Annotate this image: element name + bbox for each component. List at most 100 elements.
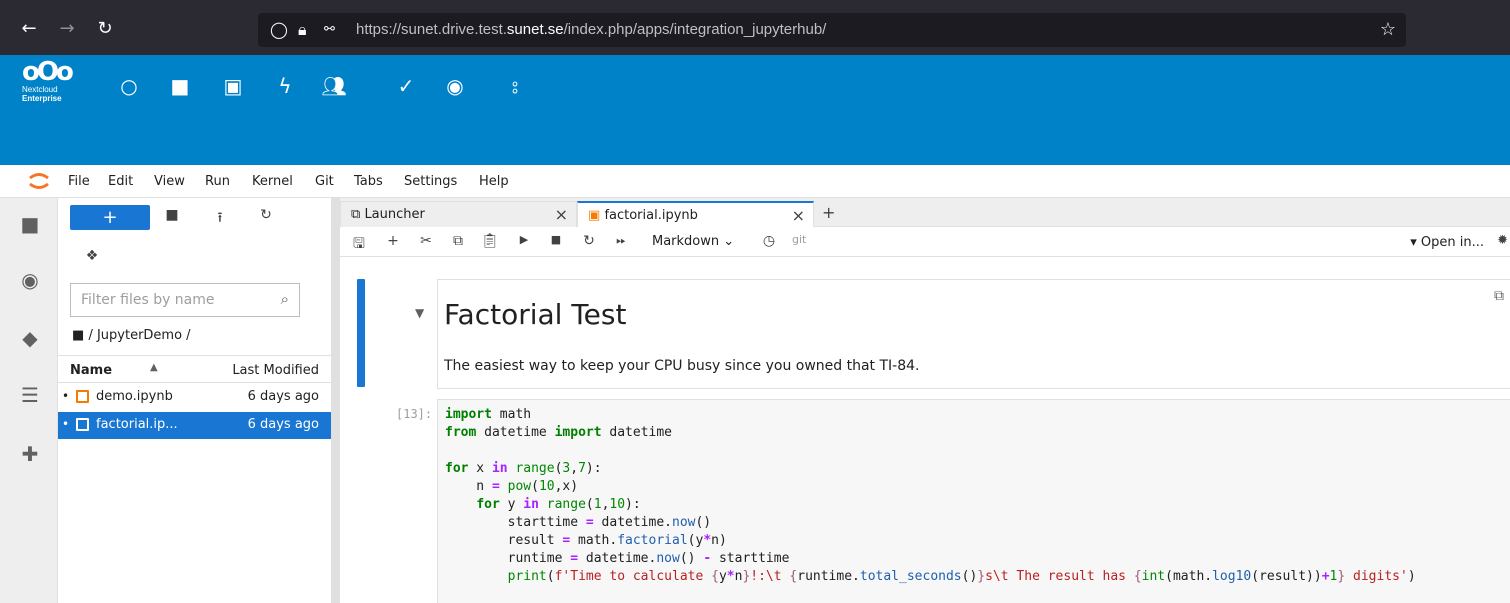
restart-run-all-icon[interactable]: ⏩︎: [612, 233, 630, 248]
upload-icon[interactable]: ⭱: [210, 207, 230, 231]
address-bar[interactable]: ◯ 🔒︎ ⚯ https://sunet.drive.test.sunet.se…: [258, 13, 1406, 47]
duplicate-icon[interactable]: ⧉: [1494, 288, 1504, 304]
debugger-icon[interactable]: ✹: [1497, 233, 1508, 248]
git-label[interactable]: git: [792, 233, 806, 246]
git-clone-icon[interactable]: ❖: [82, 248, 102, 264]
copy-icon[interactable]: ⧉: [449, 233, 467, 249]
notebook-paragraph: The easiest way to keep your CPU busy si…: [444, 358, 920, 374]
save-icon[interactable]: 🖫︎: [350, 233, 368, 257]
menu-bar: File Edit View Run Kernel Git Tabs Setti…: [0, 165, 1510, 198]
dashboard-icon[interactable]: ○: [116, 73, 142, 99]
running-dot-icon: •: [62, 417, 70, 431]
notebook-toolbar: 🖫︎ + ✂ ⧉ 📋︎ ▶ ■ ↻ ⏩︎ Markdown ⌄ ◷ git ▾ …: [340, 227, 1510, 257]
launcher-icon: ⧉: [351, 207, 361, 222]
app-circle-icon[interactable]: ◉: [442, 73, 468, 99]
files-icon[interactable]: ■: [167, 73, 193, 99]
markdown-cell[interactable]: Factorial Test The easiest way to keep y…: [437, 279, 1510, 389]
running-icon[interactable]: ◉: [18, 268, 42, 292]
nextcloud-logo-icon: oOo: [22, 57, 74, 87]
left-sidebar: ■ ◉ ◆ ☰ ✚: [0, 198, 58, 603]
run-icon[interactable]: ▶: [515, 233, 533, 246]
menu-view[interactable]: View: [154, 174, 185, 189]
execution-prompt: [13]:: [396, 407, 433, 421]
cut-icon[interactable]: ✂: [417, 233, 435, 249]
stop-icon[interactable]: ■: [547, 233, 565, 246]
jupyter-logo-icon: [29, 173, 49, 189]
notebook-heading: Factorial Test: [444, 298, 627, 331]
menu-settings[interactable]: Settings: [404, 174, 457, 189]
panel-splitter[interactable]: [332, 198, 340, 603]
toc-icon[interactable]: ☰: [18, 383, 42, 407]
refresh-icon[interactable]: ↻: [256, 207, 276, 223]
restart-icon[interactable]: ↻: [580, 233, 598, 249]
history-icon[interactable]: ◷: [760, 233, 778, 249]
file-row-demo[interactable]: • demo.ipynb 6 days ago: [58, 384, 331, 411]
file-name: demo.ipynb: [96, 389, 173, 404]
menu-file[interactable]: File: [68, 174, 90, 189]
url-text[interactable]: https://sunet.drive.test.sunet.se/index.…: [356, 21, 826, 38]
nextcloud-header: oOo Nextcloud Enterprise ○ ■ ▣ ϟ 👥︎ ✓ ◉ …: [0, 55, 1510, 165]
tab-label: Launcher: [364, 207, 425, 222]
notebook-icon: ▣: [588, 208, 601, 223]
file-modified: 6 days ago: [247, 389, 319, 404]
reload-icon[interactable]: ↻: [94, 18, 116, 40]
folder-icon: ■: [72, 328, 85, 343]
jupyter-app-icon[interactable]: ⦂: [502, 73, 528, 99]
search-icon: ⌕: [280, 290, 289, 308]
file-modified: 6 days ago: [247, 417, 319, 432]
new-launcher-button[interactable]: +: [70, 205, 150, 230]
cell-type-select[interactable]: Markdown ⌄: [652, 234, 734, 249]
menu-git[interactable]: Git: [315, 174, 334, 189]
tab-bar: ⧉ Launcher × ▣ factorial.ipynb × +: [340, 198, 1510, 228]
activity-icon[interactable]: ϟ: [272, 73, 298, 99]
bookmark-star-icon[interactable]: ☆: [1380, 19, 1396, 40]
tab-launcher[interactable]: ⧉ Launcher ×: [340, 201, 577, 227]
jupyterlab: File Edit View Run Kernel Git Tabs Setti…: [0, 165, 1510, 603]
file-name: factorial.ip...: [96, 417, 178, 432]
notebook-icon: [76, 418, 89, 431]
nextcloud-logo[interactable]: oOo Nextcloud Enterprise: [22, 57, 74, 103]
tab-label: factorial.ipynb: [604, 208, 698, 223]
new-folder-icon[interactable]: ■: [162, 207, 182, 223]
menu-run[interactable]: Run: [205, 174, 230, 189]
menu-help[interactable]: Help: [479, 174, 509, 189]
photos-icon[interactable]: ▣: [220, 73, 246, 99]
browser-toolbar: ← → ↻ ◯ 🔒︎ ⚯ https://sunet.drive.test.su…: [0, 0, 1510, 55]
menu-tabs[interactable]: Tabs: [354, 174, 383, 189]
column-name[interactable]: Name: [70, 363, 112, 378]
menu-edit[interactable]: Edit: [108, 174, 133, 189]
code-content[interactable]: import math from datetime import datetim…: [445, 406, 1416, 586]
permissions-icon[interactable]: ⚯: [324, 20, 335, 40]
running-dot-icon: •: [62, 389, 70, 403]
git-icon[interactable]: ◆: [18, 326, 42, 350]
contacts-icon[interactable]: 👥︎: [321, 73, 347, 99]
lock-icon[interactable]: 🔒︎: [298, 20, 307, 40]
logo-line2: Enterprise: [22, 94, 62, 103]
add-tab-icon[interactable]: +: [822, 203, 835, 222]
back-icon[interactable]: ←: [18, 18, 40, 40]
file-browser: + ■ ⭱ ↻ ❖ Filter files by name ⌕ ■ / Jup…: [58, 198, 332, 603]
menu-kernel[interactable]: Kernel: [252, 174, 293, 189]
open-in-dropdown[interactable]: ▾ Open in...: [1410, 235, 1484, 250]
tab-factorial[interactable]: ▣ factorial.ipynb ×: [577, 201, 814, 228]
forward-icon[interactable]: →: [56, 18, 78, 40]
file-list-header: Name ▲ Last Modified: [58, 355, 331, 383]
code-cell[interactable]: import math from datetime import datetim…: [437, 399, 1510, 603]
extension-icon[interactable]: ✚: [18, 442, 42, 466]
shield-icon[interactable]: ◯: [270, 20, 288, 40]
paste-icon[interactable]: 📋︎: [481, 233, 499, 249]
breadcrumb[interactable]: ■ / JupyterDemo /: [72, 328, 191, 343]
column-last-modified[interactable]: Last Modified: [232, 363, 319, 378]
active-cell-indicator: [357, 279, 365, 387]
file-row-factorial[interactable]: • factorial.ip... 6 days ago: [58, 412, 331, 439]
notebook-area: ⧉ Launcher × ▣ factorial.ipynb × + 🖫︎ + …: [340, 198, 1510, 603]
tasks-icon[interactable]: ✓: [393, 73, 419, 99]
notebook-icon: [76, 390, 89, 403]
sort-ascending-icon[interactable]: ▲: [150, 362, 158, 373]
filter-input[interactable]: Filter files by name ⌕: [70, 283, 300, 317]
collapse-heading-icon[interactable]: ▼: [415, 306, 424, 320]
close-icon[interactable]: ×: [555, 205, 568, 224]
folder-icon[interactable]: ■: [18, 212, 42, 236]
close-icon[interactable]: ×: [792, 206, 805, 225]
insert-cell-icon[interactable]: +: [384, 233, 402, 249]
